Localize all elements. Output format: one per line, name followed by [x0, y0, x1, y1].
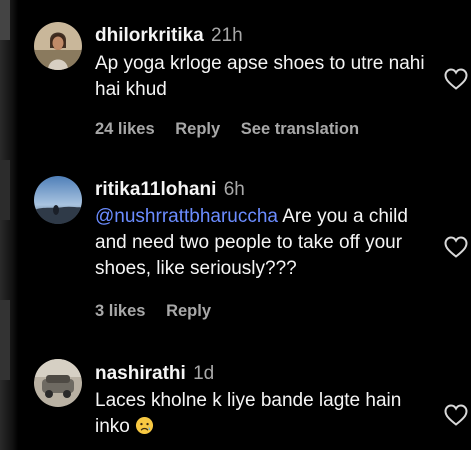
likes-count[interactable]: 3 likes: [95, 302, 145, 320]
heart-outline-icon[interactable]: [444, 68, 468, 90]
username[interactable]: dhilorkritika: [95, 25, 204, 46]
timestamp: 6h: [223, 179, 245, 200]
heart-outline-icon[interactable]: [444, 404, 468, 426]
mention-link[interactable]: @nushrrattbharuccha: [95, 206, 278, 227]
crying-face-emoji: [136, 416, 154, 435]
timestamp: 1d: [193, 363, 215, 384]
username[interactable]: ritika11lohani: [95, 179, 216, 200]
see-translation-button[interactable]: See translation: [241, 120, 359, 138]
reply-button[interactable]: Reply: [166, 302, 211, 320]
comment-item: nashirathi 1d Laces kholne k liye bande …: [0, 345, 471, 450]
comment-item: dhilorkritika 21h Ap yoga krloge apse sh…: [0, 0, 471, 170]
comment-text: Laces kholne k liye bande lagte hain ink…: [95, 390, 402, 437]
avatar[interactable]: [34, 176, 82, 224]
heart-outline-icon[interactable]: [444, 236, 468, 258]
likes-count[interactable]: 24 likes: [95, 120, 155, 138]
comment-text: Ap yoga krloge apse shoes to utre nahi h…: [95, 53, 425, 100]
username[interactable]: nashirathi: [95, 363, 186, 384]
comment-item: ritika11lohani 6h @nushrrattbharuccha Ar…: [0, 170, 471, 345]
comment-text: @nushrrattbharuccha Are you a child and …: [95, 206, 408, 279]
avatar[interactable]: [34, 359, 82, 407]
reply-button[interactable]: Reply: [175, 120, 220, 138]
avatar[interactable]: [34, 22, 82, 70]
timestamp: 21h: [211, 25, 243, 46]
